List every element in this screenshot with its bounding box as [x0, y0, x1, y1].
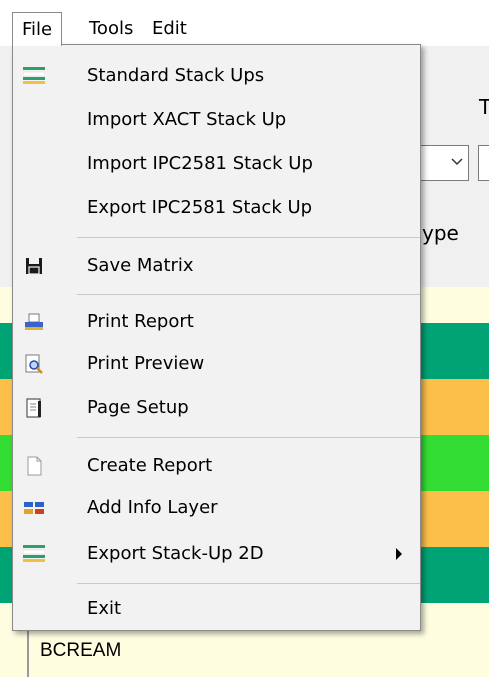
menu-item-label: Page Setup [87, 397, 189, 418]
menu-item-standard-stack-ups[interactable]: Standard Stack Ups [13, 53, 420, 99]
menu-item-label: Import XACT Stack Up [87, 109, 287, 130]
menu-item-label: Print Report [87, 311, 194, 332]
menu-item-label: Import IPC2581 Stack Up [87, 153, 313, 174]
menu-file-label: File [22, 19, 53, 40]
menu-item-label: Create Report [87, 455, 213, 476]
menu-item-add-info-layer[interactable]: Add Info Layer [13, 485, 420, 531]
menu-item-page-setup[interactable]: Page Setup [13, 385, 420, 431]
menu-item-label: Standard Stack Ups [87, 65, 265, 86]
menu-edit[interactable]: Edit [143, 12, 196, 46]
menu-separator [77, 583, 420, 584]
menu-item-label: Export IPC2581 Stack Up [87, 197, 313, 218]
blank-document-icon [27, 456, 42, 476]
menu-tools-label: Tools [89, 18, 134, 39]
menu-item-print-preview[interactable]: Print Preview [13, 341, 420, 387]
menu-separator [77, 437, 420, 438]
menu-item-label: Exit [87, 598, 122, 619]
menu-item-exit[interactable]: Exit [13, 586, 420, 632]
file-menu: Standard Stack Ups Import XACT Stack Up … [12, 44, 421, 631]
menu-item-import-xact[interactable]: Import XACT Stack Up [13, 97, 420, 143]
menu-item-export-stack-up-2d[interactable]: Export Stack-Up 2D [13, 531, 420, 577]
stack-layers-icon [23, 67, 45, 84]
menu-item-label: Export Stack-Up 2D [87, 543, 264, 564]
info-layer-icon [24, 502, 44, 514]
menu-item-save-matrix[interactable]: Save Matrix [13, 243, 420, 289]
layer-name-bcream: BCREAM [40, 640, 122, 661]
menu-item-export-ipc2581[interactable]: Export IPC2581 Stack Up [13, 185, 420, 231]
menu-separator [77, 294, 420, 295]
printer-icon [25, 313, 43, 330]
print-preview-icon [25, 354, 43, 374]
menu-edit-label: Edit [152, 18, 187, 39]
menu-file[interactable]: File [12, 12, 63, 46]
menu-tools[interactable]: Tools [80, 12, 142, 46]
submenu-arrow-icon [396, 548, 402, 560]
floppy-disk-icon [26, 258, 42, 275]
partial-title: T [479, 95, 489, 119]
menu-bar: File Tools Edit [0, 0, 489, 46]
stack-layers-icon [23, 545, 45, 562]
menu-separator [77, 237, 420, 238]
column-header-type: ype [422, 221, 459, 245]
menu-item-import-ipc2581[interactable]: Import IPC2581 Stack Up [13, 141, 420, 187]
chevron-down-icon [451, 158, 463, 166]
combo-box-secondary[interactable] [478, 145, 489, 181]
page-setup-icon [26, 398, 41, 418]
menu-item-label: Add Info Layer [87, 497, 218, 518]
menu-item-create-report[interactable]: Create Report [13, 443, 420, 489]
menu-item-print-report[interactable]: Print Report [13, 299, 420, 345]
menu-item-label: Save Matrix [87, 255, 194, 276]
menu-item-label: Print Preview [87, 353, 205, 374]
